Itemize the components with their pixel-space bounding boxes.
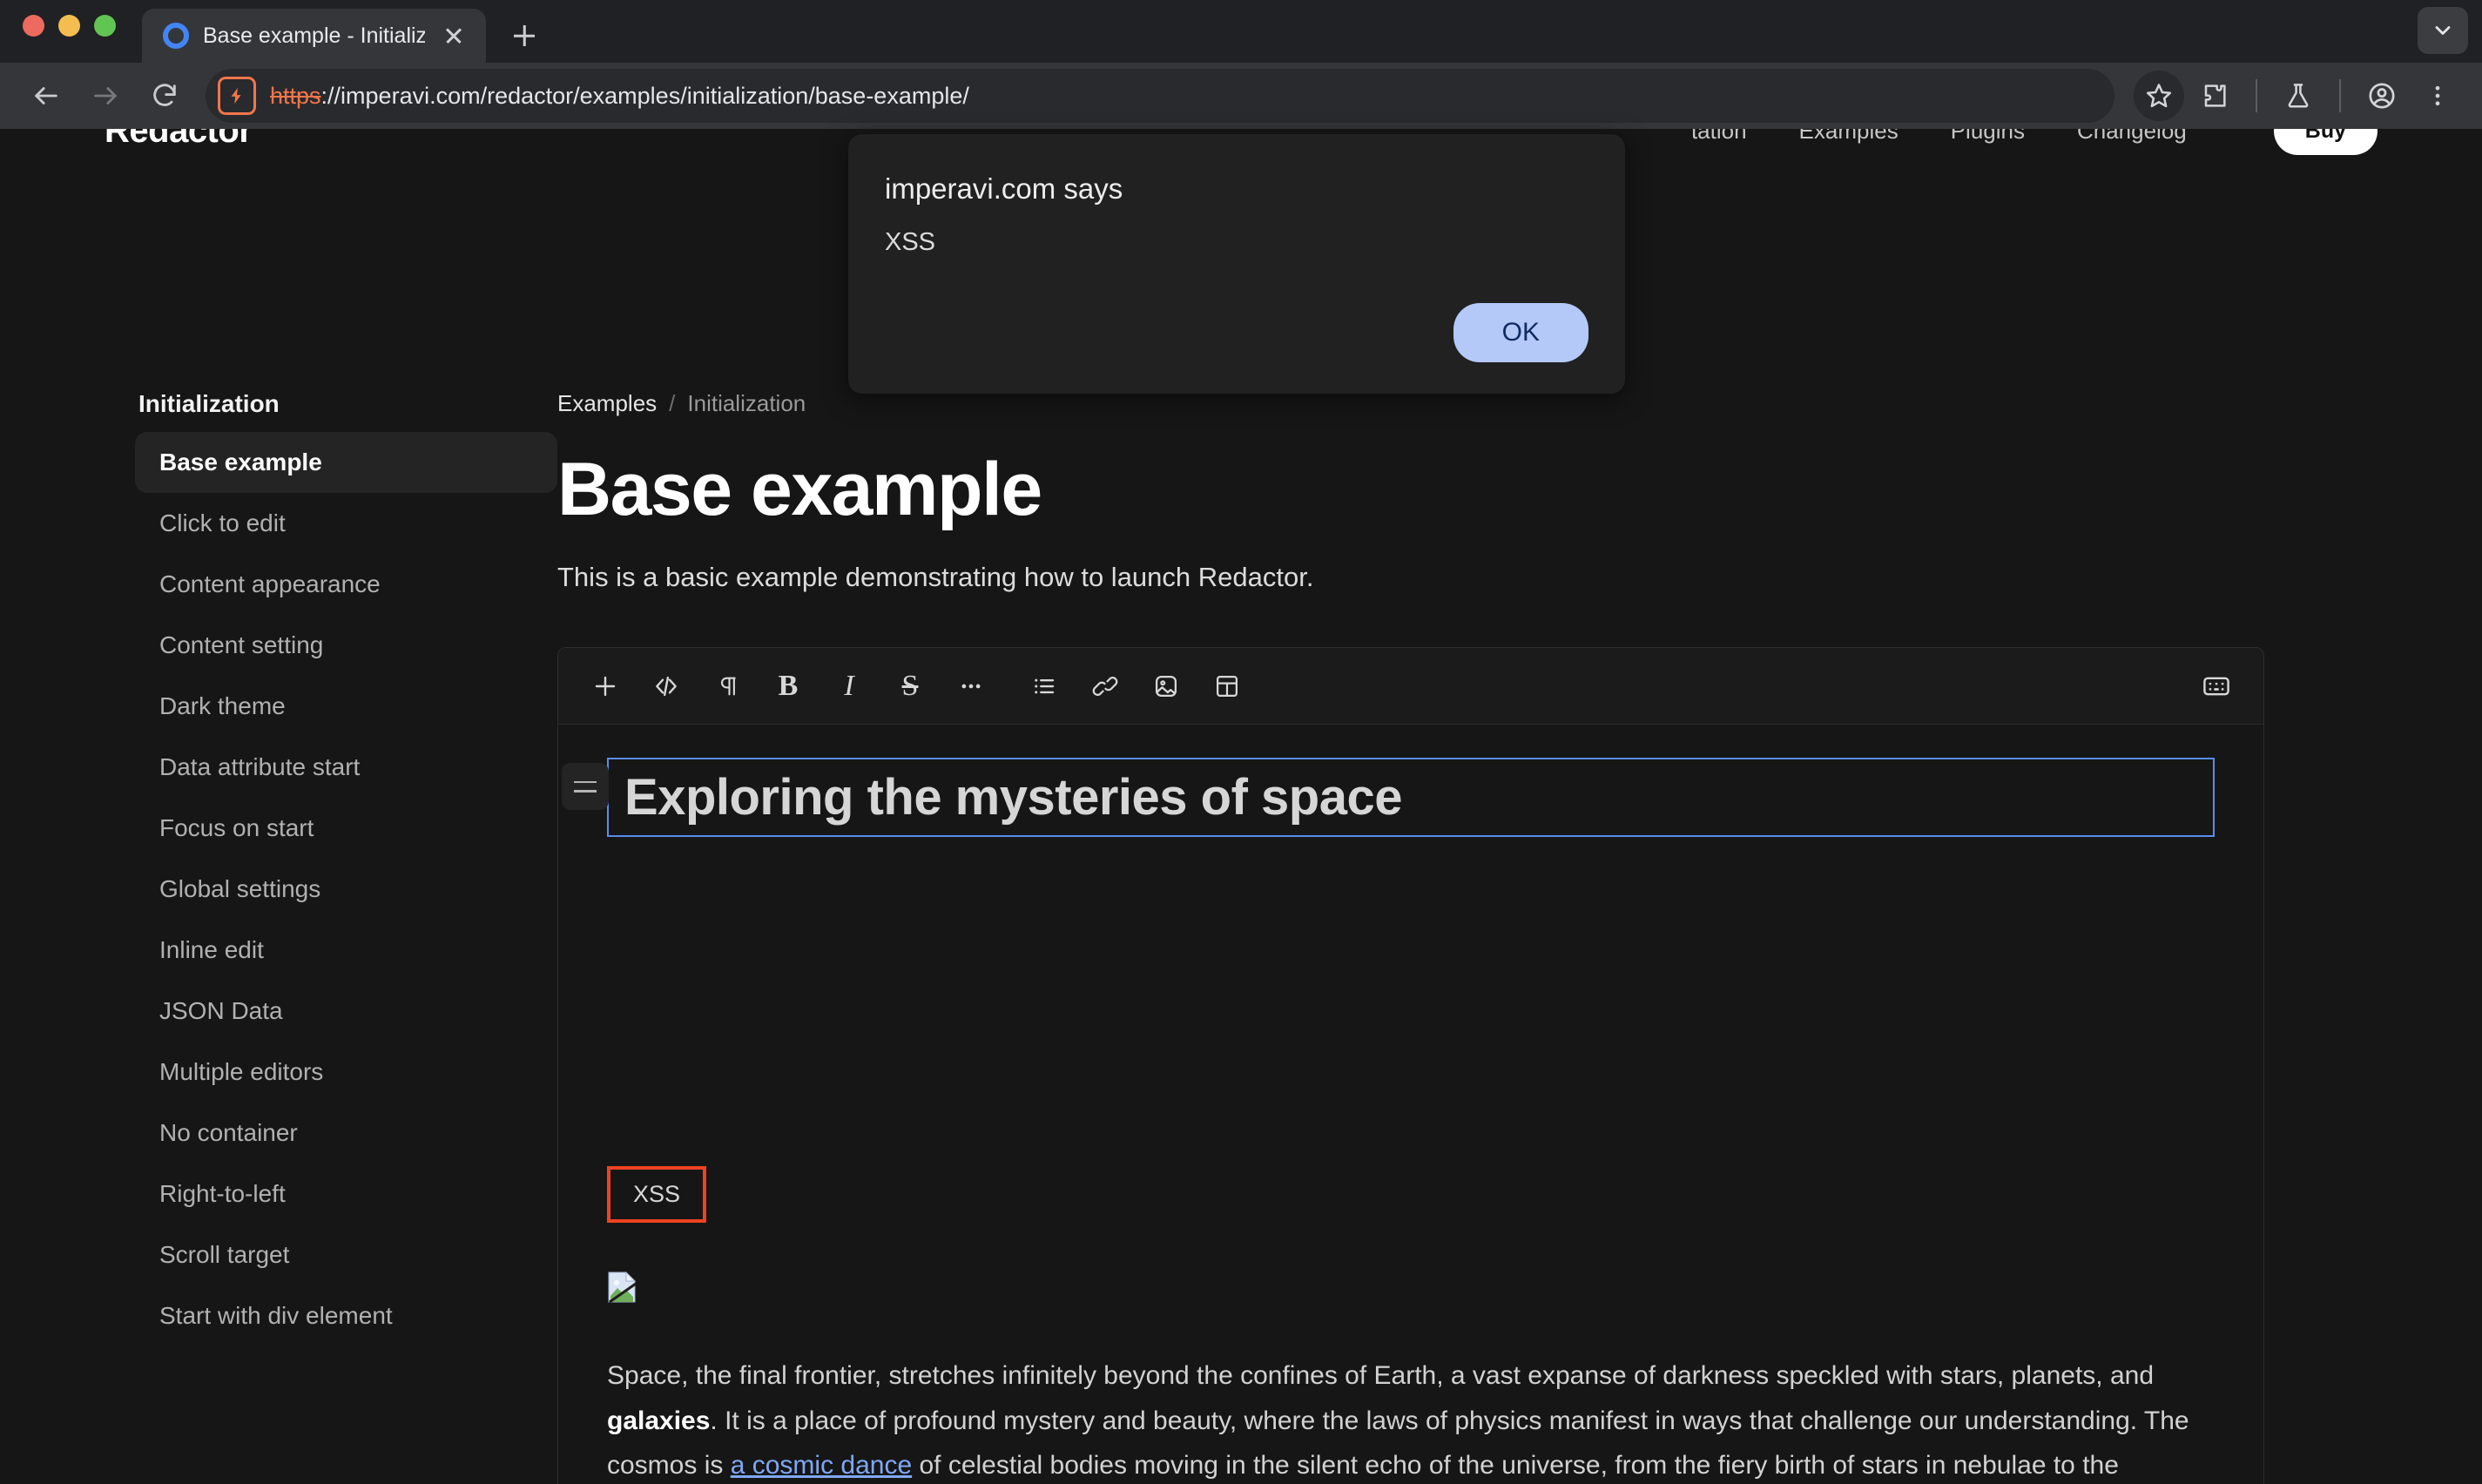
table-icon[interactable] [1203, 662, 1251, 711]
dialog-message: XSS [885, 228, 936, 256]
sidebar-item-click-to-edit[interactable]: Click to edit [135, 493, 557, 554]
italic-icon[interactable]: I [825, 662, 873, 711]
bold-icon[interactable]: B [764, 662, 813, 711]
breadcrumb: Examples / Initialization [557, 390, 2264, 417]
star-icon[interactable] [2134, 71, 2184, 121]
site-logo[interactable]: Redactor [105, 129, 253, 151]
browser-tab[interactable]: Base example - Initialization - [142, 9, 486, 63]
editor-content-area[interactable]: Exploring the mysteries of space XSS Spa… [558, 725, 2263, 1484]
link-icon[interactable] [1081, 662, 1130, 711]
paragraph-link-cosmic-dance[interactable]: a cosmic dance [731, 1451, 912, 1480]
site-nav-link-examples[interactable]: Examples [1799, 129, 1899, 145]
sidebar-item-scroll-target[interactable]: Scroll target [135, 1224, 557, 1285]
sidebar-item-focus-on-start[interactable]: Focus on start [135, 798, 557, 859]
page-description: This is a basic example demonstrating ho… [557, 562, 1314, 593]
site-nav-link-plugins[interactable]: Plugins [1951, 129, 2025, 145]
tab-title: Base example - Initialization - [203, 23, 425, 48]
dialog-ok-button[interactable]: OK [1453, 303, 1588, 362]
plus-icon[interactable] [502, 13, 547, 58]
three-dot-menu-icon[interactable] [2412, 71, 2463, 121]
sidebar-section-title: Initialization [138, 390, 280, 417]
breadcrumb-current: Initialization [687, 390, 806, 416]
site-nav-links: tation Examples Plugins Changelog Buy [1691, 129, 2377, 155]
sidebar-item-multiple-editors[interactable]: Multiple editors [135, 1042, 557, 1103]
breadcrumb-link-examples[interactable]: Examples [557, 390, 657, 417]
minimize-window-button[interactable] [58, 14, 80, 37]
sidebar-item-start-with-div-element[interactable]: Start with div element [135, 1285, 557, 1346]
sidebar-item-no-container[interactable]: No container [135, 1103, 557, 1164]
tab-strip: Base example - Initialization - [0, 0, 2482, 63]
browser-window: Base example - Initialization - https://… [0, 0, 2482, 1484]
site-nav-link-documentation[interactable]: tation [1691, 129, 1747, 145]
more-icon[interactable] [947, 662, 995, 711]
paragraph-bold-galaxies: galaxies [607, 1406, 711, 1435]
close-window-button[interactable] [23, 14, 44, 37]
toolbar-divider [2256, 79, 2257, 112]
close-icon[interactable] [439, 21, 469, 51]
sidebar-item-data-attribute-start[interactable]: Data attribute start [135, 737, 557, 798]
sidebar: Initialization Base example Click to edi… [0, 129, 557, 1484]
sidebar-item-json-data[interactable]: JSON Data [135, 981, 557, 1042]
sidebar-item-right-to-left[interactable]: Right-to-left [135, 1164, 557, 1224]
sidebar-item-dark-theme[interactable]: Dark theme [135, 676, 557, 737]
dialog-title: imperavi.com says [885, 172, 1123, 205]
url-scheme: https [270, 82, 321, 109]
paragraph-icon[interactable] [703, 662, 752, 711]
reload-icon[interactable] [138, 69, 192, 123]
puzzle-icon[interactable] [2189, 71, 2240, 121]
window-traffic-lights [23, 0, 116, 63]
buy-button[interactable]: Buy [2273, 129, 2377, 155]
address-bar[interactable]: https://imperavi.com/redactor/examples/i… [206, 69, 2114, 123]
maximize-window-button[interactable] [94, 14, 116, 37]
dialog-actions: OK [1453, 303, 1588, 362]
sidebar-item-inline-edit[interactable]: Inline edit [135, 920, 557, 981]
url-rest: ://imperavi.com/redactor/examples/initia… [320, 82, 969, 109]
image-icon[interactable] [1142, 662, 1190, 711]
site-info-icon[interactable] [218, 77, 256, 115]
flask-icon[interactable] [2273, 71, 2324, 121]
arrow-right-icon[interactable] [78, 69, 132, 123]
sidebar-item-content-appearance[interactable]: Content appearance [135, 554, 557, 615]
block-drag-handle[interactable] [562, 763, 609, 811]
account-circle-icon[interactable] [2357, 71, 2407, 121]
address-bar-url: https://imperavi.com/redactor/examples/i… [270, 83, 969, 110]
browser-toolbar: https://imperavi.com/redactor/examples/i… [0, 63, 2482, 129]
xss-payload-box: XSS [607, 1166, 707, 1224]
redactor-editor: B I S Exploring the mysteries of space X… [557, 647, 2264, 1484]
editor-paragraph[interactable]: Space, the final frontier, stretches inf… [607, 1353, 2215, 1484]
strikethrough-icon[interactable]: S [886, 662, 934, 711]
keyboard-icon[interactable] [2192, 662, 2241, 711]
breadcrumb-separator: / [669, 390, 676, 416]
toolbar-divider-2 [2339, 79, 2341, 112]
editor-toolbar: B I S [558, 648, 2263, 725]
javascript-alert-dialog: imperavi.com says XSS OK [848, 134, 1625, 394]
site-nav-link-changelog[interactable]: Changelog [2077, 129, 2187, 145]
sidebar-item-global-settings[interactable]: Global settings [135, 859, 557, 920]
code-icon[interactable] [642, 662, 691, 711]
chevron-down-icon[interactable] [2418, 7, 2468, 54]
add-icon[interactable] [581, 662, 630, 711]
paragraph-part-1: Space, the final frontier, stretches inf… [607, 1361, 2155, 1391]
bullet-list-icon[interactable] [1020, 662, 1069, 711]
broken-image-icon [607, 1272, 637, 1304]
arrow-left-icon[interactable] [19, 69, 73, 123]
chrome-tab-favicon-icon [163, 23, 189, 49]
page-title: Base example [557, 448, 1042, 531]
sidebar-item-base-example[interactable]: Base example [135, 432, 557, 493]
editor-heading[interactable]: Exploring the mysteries of space [607, 758, 2215, 838]
sidebar-item-content-setting[interactable]: Content setting [135, 615, 557, 676]
